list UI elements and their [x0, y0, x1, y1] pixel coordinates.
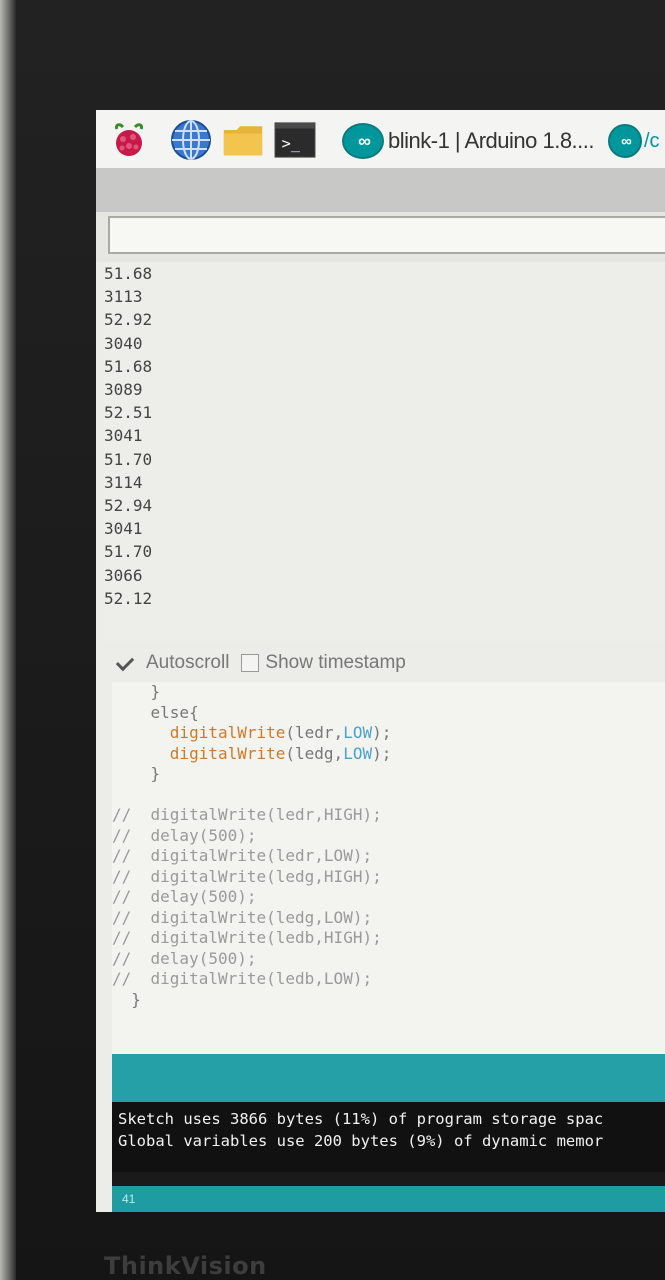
window-tab-title-fragment: /c	[644, 129, 660, 152]
output-line: 3041	[104, 519, 143, 539]
code-token: );	[372, 723, 392, 742]
code-line: }	[112, 990, 665, 1011]
code-token: //	[112, 928, 151, 947]
output-line: 3089	[104, 380, 143, 400]
code-line: // delay(500);	[112, 887, 665, 908]
code-token: LOW	[343, 723, 373, 742]
console-output: Sketch uses 3866 bytes (11%) of program …	[112, 1102, 665, 1172]
code-token: else{	[150, 702, 199, 722]
output-line: 3114	[104, 472, 143, 492]
console-header	[112, 1054, 665, 1102]
status-bar: 41	[112, 1186, 665, 1212]
code-line: else{	[112, 703, 665, 724]
show-timestamp-label: Show timestamp	[265, 652, 406, 673]
code-line: // digitalWrite(ledb,LOW);	[112, 969, 665, 990]
taskbar: >_ ∞ blink-1 | Arduino 1.8.... ∞ /c	[96, 110, 665, 169]
code-token: }	[150, 764, 161, 783]
code-token: //	[112, 866, 151, 886]
output-line: 52.92	[104, 310, 153, 330]
code-line: // digitalWrite(ledg,LOW);	[112, 908, 665, 929]
svg-text:>_: >_	[282, 135, 301, 153]
terminal-icon[interactable]: >_	[274, 120, 316, 160]
arduino-icon: ∞	[608, 124, 642, 158]
code-token: digitalWrite(ledg,HIGH);	[150, 866, 382, 886]
code-line: }	[112, 764, 665, 785]
serial-send-area	[96, 212, 665, 262]
code-token: }	[131, 989, 141, 1009]
window-titlebar	[96, 168, 665, 212]
raspberry-icon[interactable]	[108, 120, 150, 160]
code-token: }	[150, 682, 161, 701]
code-token: digitalWrite(ledb,LOW);	[150, 969, 373, 988]
code-token: digitalWrite(ledb,HIGH);	[150, 928, 382, 947]
window-tab-title: blink-1 | Arduino 1.8....	[388, 128, 595, 153]
console-line: Sketch uses 3866 bytes (11%) of program …	[118, 1110, 604, 1128]
code-line: // digitalWrite(ledr,LOW);	[112, 846, 665, 867]
console-line: Global variables use 200 bytes (9%) of d…	[118, 1132, 604, 1150]
code-line: // digitalWrite(ledb,HIGH);	[112, 928, 665, 949]
output-line: 51.70	[104, 449, 153, 469]
output-line: 3040	[104, 333, 143, 353]
code-token: delay(500);	[150, 948, 257, 968]
code-line: // delay(500);	[112, 949, 665, 970]
output-line: 3113	[104, 287, 143, 307]
code-token: (ledg,	[285, 743, 344, 763]
code-token: digitalWrite	[169, 743, 286, 763]
code-token: //	[112, 948, 151, 968]
code-token: LOW	[343, 743, 373, 763]
monitor-brand-logo: ThinkVision	[104, 1252, 267, 1280]
code-token: //	[112, 846, 151, 865]
code-line: digitalWrite(ledr,LOW);	[112, 723, 665, 744]
serial-output: 51.68 3113 52.92 3040 51.68 3089 52.51 3…	[102, 262, 665, 642]
globe-icon[interactable]	[170, 120, 212, 160]
arduino-window-tab-2[interactable]: ∞ /c	[608, 124, 660, 158]
code-token: );	[372, 743, 392, 763]
code-token: //	[112, 887, 151, 906]
code-line: }	[112, 682, 665, 703]
code-line: // digitalWrite(ledr,HIGH);	[112, 805, 665, 826]
line-number: 41	[122, 1192, 136, 1206]
code-token: //	[112, 805, 151, 824]
serial-send-input[interactable]	[108, 216, 665, 254]
code-token: //	[112, 907, 151, 927]
screen: >_ ∞ blink-1 | Arduino 1.8.... ∞ /c 51.6…	[96, 110, 665, 1212]
code-token: delay(500);	[150, 887, 257, 906]
output-line: 51.70	[104, 542, 153, 562]
console-spacer	[112, 1172, 665, 1186]
serial-options: Autoscroll Show timestamp	[116, 648, 406, 678]
show-timestamp-checkbox[interactable]	[241, 654, 260, 672]
code-token: digitalWrite(ledg,LOW);	[150, 907, 373, 927]
autoscroll-checkbox[interactable]	[116, 653, 136, 673]
background-wall	[0, 0, 16, 1280]
arduino-window-tab[interactable]: ∞ blink-1 | Arduino 1.8....	[342, 123, 595, 159]
code-editor[interactable]: } else{ digitalWrite(ledr,LOW); digitalW…	[112, 682, 665, 1054]
code-token: digitalWrite(ledr,HIGH);	[150, 805, 382, 824]
output-line: 3066	[104, 565, 143, 585]
code-token: delay(500);	[150, 825, 257, 845]
code-token: digitalWrite(ledr,LOW);	[150, 846, 373, 865]
code-line: digitalWrite(ledg,LOW);	[112, 744, 665, 765]
code-line: // digitalWrite(ledg,HIGH);	[112, 867, 665, 888]
code-token: //	[112, 825, 151, 845]
autoscroll-label: Autoscroll	[146, 652, 230, 673]
code-token: //	[112, 969, 151, 988]
code-line: // delay(500);	[112, 826, 665, 847]
output-line: 52.94	[104, 496, 153, 516]
output-line: 51.68	[104, 264, 153, 283]
code-token: (ledr,	[285, 723, 344, 742]
folder-icon[interactable]	[222, 120, 264, 160]
arduino-icon: ∞	[342, 123, 384, 159]
output-line: 3041	[104, 426, 143, 446]
output-line: 51.68	[104, 356, 153, 376]
output-line: 52.51	[104, 403, 153, 423]
output-line: 52.12	[104, 588, 153, 608]
code-token: digitalWrite	[169, 723, 286, 742]
